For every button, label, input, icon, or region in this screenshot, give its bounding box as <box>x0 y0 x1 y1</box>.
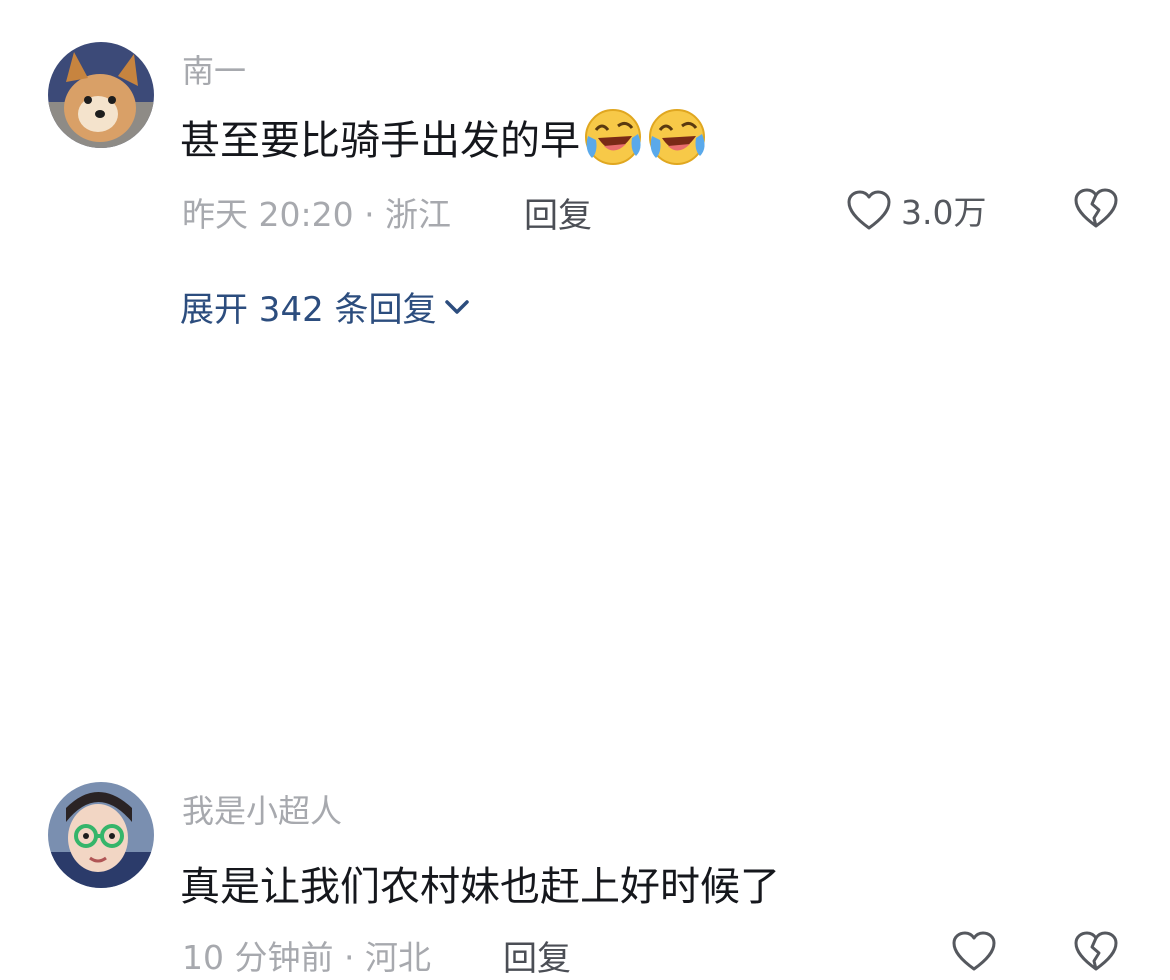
expand-replies-label: 展开 342 条回复 <box>180 290 437 330</box>
like-count: 3.0万 <box>901 193 987 232</box>
heart-icon <box>952 931 996 971</box>
username[interactable]: 我是小超人 <box>182 786 342 832</box>
comment-text: 真是让我们农村妹也赶上好时候了 <box>180 854 780 912</box>
reply-button[interactable]: 回复 <box>503 931 571 980</box>
avatar[interactable] <box>48 782 154 888</box>
laughing-crying-emoji-icon <box>582 106 644 168</box>
comment-item: 南一 甚至要比骑手出发的早 昨天 20:20 · 浙江 回复 3.0万 展开 3… <box>0 0 1170 370</box>
comment-item: 我是小超人 真是让我们农村妹也赶上好时候了 10 分钟前 · 河北 回复 <box>0 370 1170 979</box>
username[interactable]: 南一 <box>182 46 246 92</box>
laughing-crying-emoji-icon <box>646 106 708 168</box>
like-button[interactable]: 3.0万 <box>845 186 986 234</box>
heart-icon <box>847 190 891 230</box>
comment-body: 甚至要比骑手出发的早 <box>180 118 580 164</box>
dislike-button[interactable] <box>1072 186 1120 230</box>
like-button[interactable] <box>950 929 998 973</box>
broken-heart-icon <box>1074 931 1118 971</box>
dislike-button[interactable] <box>1072 929 1120 973</box>
comment-meta: 10 分钟前 · 河北 <box>182 938 431 977</box>
reply-button[interactable]: 回复 <box>524 188 592 237</box>
comment-body: 真是让我们农村妹也赶上好时候了 <box>180 864 780 910</box>
chevron-down-icon <box>444 299 469 314</box>
comment-meta: 昨天 20:20 · 浙江 <box>182 195 452 234</box>
comment-text: 甚至要比骑手出发的早 <box>180 106 708 168</box>
expand-replies-link[interactable]: 展开 342 条回复 <box>180 282 471 331</box>
broken-heart-icon <box>1074 188 1118 228</box>
avatar[interactable] <box>48 42 154 148</box>
